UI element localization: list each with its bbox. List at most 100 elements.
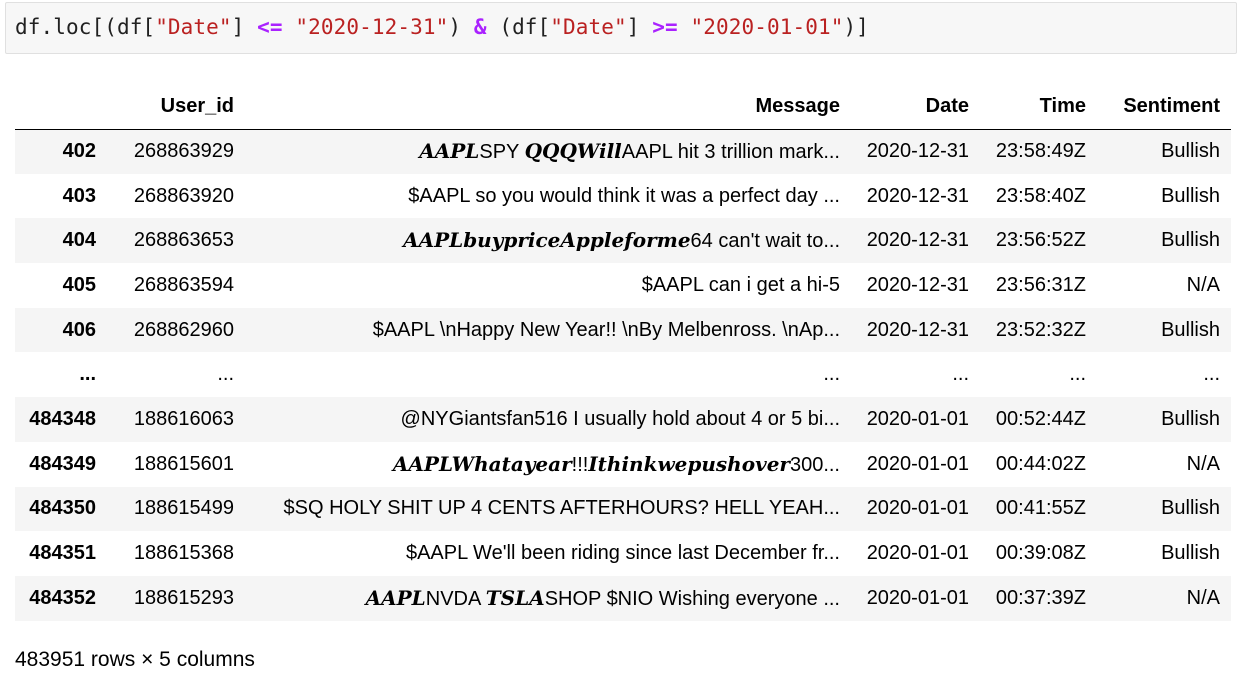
cell-time: 23:58:40Z xyxy=(995,184,1086,207)
column-header-sentiment: Sentiment xyxy=(1097,85,1231,130)
cell-date: 2020-01-01 xyxy=(866,407,969,430)
cell-time: 23:52:32Z xyxy=(995,318,1086,341)
code-token: >= xyxy=(652,15,678,39)
message-math-segment: AAPL xyxy=(365,585,426,610)
code-token: )] xyxy=(843,15,869,39)
row-index: 484349 xyxy=(29,452,96,475)
cell-time: 00:37:39Z xyxy=(995,586,1086,609)
code-token: ] xyxy=(231,15,258,39)
cell-time: 00:41:55Z xyxy=(995,497,1086,520)
column-header-time: Time xyxy=(980,85,1097,130)
column-header-user-id: User_id xyxy=(107,85,245,130)
cell-message: ... xyxy=(245,352,851,397)
table-row: 404 268863653 AAPLbuypriceAppleforme64 can… xyxy=(15,218,1231,264)
cell-date: 2020-12-31 xyxy=(866,184,969,207)
message-text-segment: SPY xyxy=(479,141,525,164)
cell-time: 23:56:31Z xyxy=(995,273,1086,296)
cell-message: $AAPL \nHappy New Year!! \nBy Melbenross… xyxy=(245,308,851,353)
cell-date: 2020-01-01 xyxy=(866,497,969,520)
message-text-segment: SHOP $NIO Wishing everyone ... xyxy=(544,587,840,610)
table-row: 406 268862960 $AAPL \nHappy New Year!! \nB… xyxy=(15,307,1231,353)
cell-date: 2020-12-31 xyxy=(866,229,969,252)
code-token: df.loc[(df[ xyxy=(15,15,156,39)
cell-time: ... xyxy=(1069,363,1086,386)
cell-date: 2020-01-01 xyxy=(866,452,969,475)
row-index: ... xyxy=(79,363,96,386)
cell-user-id: ... xyxy=(217,363,234,386)
code-token: "Date" xyxy=(550,15,627,39)
cell-time: 00:44:02Z xyxy=(995,452,1086,475)
message-math-segment: AAPLWhatayear xyxy=(392,451,572,476)
table-header-row: User_id Message Date Time Sentiment xyxy=(15,85,1231,130)
message-math-segment: AAPL xyxy=(419,139,480,164)
message-math-segment: AAPLbuypriceAppleforme xyxy=(403,228,691,253)
cell-user-id: 268863920 xyxy=(133,184,234,207)
cell-user-id: 268863929 xyxy=(133,140,234,163)
cell-message: $AAPL so you would think it was a perfec… xyxy=(245,174,851,219)
cell-time: 00:39:08Z xyxy=(995,542,1086,565)
cell-sentiment: Bullish xyxy=(1161,229,1220,252)
cell-user-id: 188615293 xyxy=(133,586,234,609)
table-row: 484349 188615601 AAPLWhatayear!!!Ithinkwep… xyxy=(15,441,1231,487)
row-index: 484348 xyxy=(29,407,96,430)
cell-message: AAPLNVDA TSLASHOP $NIO Wishing everyone … xyxy=(245,576,851,621)
index-header xyxy=(15,85,107,130)
cell-user-id: 188616063 xyxy=(133,407,234,430)
table-row: 484352 188615293 AAPLNVDA TSLASHOP $NIO Wi… xyxy=(15,575,1231,621)
table-body: 402 268863929 AAPLSPY QQQWillAAPL hit 3 tr… xyxy=(15,129,1231,621)
cell-date: 2020-01-01 xyxy=(866,586,969,609)
cell-sentiment: Bullish xyxy=(1161,140,1220,163)
cell-date: 2020-01-01 xyxy=(866,542,969,565)
code-token: ) xyxy=(448,15,474,39)
column-header-date: Date xyxy=(851,85,980,130)
cell-message: AAPLSPY QQQWillAAPL hit 3 trillion mark.… xyxy=(245,129,851,174)
message-text-segment: $AAPL so you would think it was a perfec… xyxy=(408,184,840,207)
table-row: 484348 188616063 @NYGiantsfan516 I usually… xyxy=(15,397,1231,442)
cell-sentiment: Bullish xyxy=(1161,542,1220,565)
cell-sentiment: Bullish xyxy=(1161,318,1220,341)
dataframe-shape-label: 483951 rows × 5 columns xyxy=(15,648,255,671)
cell-time: 23:56:52Z xyxy=(995,229,1086,252)
message-text-segment: $AAPL We'll been riding since last Decem… xyxy=(405,542,840,565)
message-math-segment: Ithinkwepushover xyxy=(588,451,790,476)
code-token: & xyxy=(473,15,487,39)
cell-sentiment: N/A xyxy=(1186,273,1220,296)
cell-user-id: 268863653 xyxy=(133,229,234,252)
cell-user-id: 268862960 xyxy=(133,318,234,341)
cell-user-id: 268863594 xyxy=(133,273,234,296)
code-token: <= xyxy=(257,15,283,39)
message-text-segment: $AAPL \nHappy New Year!! \nBy Melbenross… xyxy=(372,318,840,341)
cell-message: AAPLbuypriceAppleforme64 can't wait to..… xyxy=(245,218,851,263)
cell-time: 23:58:49Z xyxy=(995,140,1086,163)
cell-date: 2020-12-31 xyxy=(866,140,969,163)
cell-sentiment: N/A xyxy=(1186,452,1220,475)
cell-user-id: 188615601 xyxy=(133,452,234,475)
cell-date: 2020-12-31 xyxy=(866,273,969,296)
message-text-segment: ... xyxy=(823,363,840,386)
cell-date: ... xyxy=(952,363,969,386)
cell-sentiment: ... xyxy=(1203,363,1220,386)
row-index: 402 xyxy=(62,140,96,163)
message-text-segment: 64 can't wait to... xyxy=(690,230,840,253)
column-header-message: Message xyxy=(245,85,851,130)
table-row: 405 268863594 $AAPL can i get a hi-5 2020-1… xyxy=(15,263,1231,308)
cell-user-id: 188615368 xyxy=(133,542,234,565)
table-row: .................. xyxy=(15,352,1231,398)
code-token: ] xyxy=(626,15,653,39)
cell-sentiment: N/A xyxy=(1186,586,1220,609)
message-text-segment: !!! xyxy=(571,453,589,476)
message-text-segment: $AAPL can i get a hi-5 xyxy=(641,273,840,296)
message-text-segment: AAPL hit 3 trillion mark... xyxy=(621,141,840,164)
row-index: 403 xyxy=(62,184,96,207)
row-index: 484352 xyxy=(29,586,96,609)
code-token: (df[ xyxy=(486,15,551,39)
table-row: 403 268863920 $AAPL so you would think it … xyxy=(15,173,1231,219)
cell-message: AAPLWhatayear!!!Ithinkwepushover300... xyxy=(245,442,851,487)
code-input-cell[interactable]: df.loc[(df["Date"] <= "2020-12-31") & (d… xyxy=(5,2,1237,54)
message-text-segment: NVDA xyxy=(425,587,486,610)
cell-user-id: 188615499 xyxy=(133,497,234,520)
row-index: 484350 xyxy=(29,497,96,520)
cell-date: 2020-12-31 xyxy=(866,318,969,341)
